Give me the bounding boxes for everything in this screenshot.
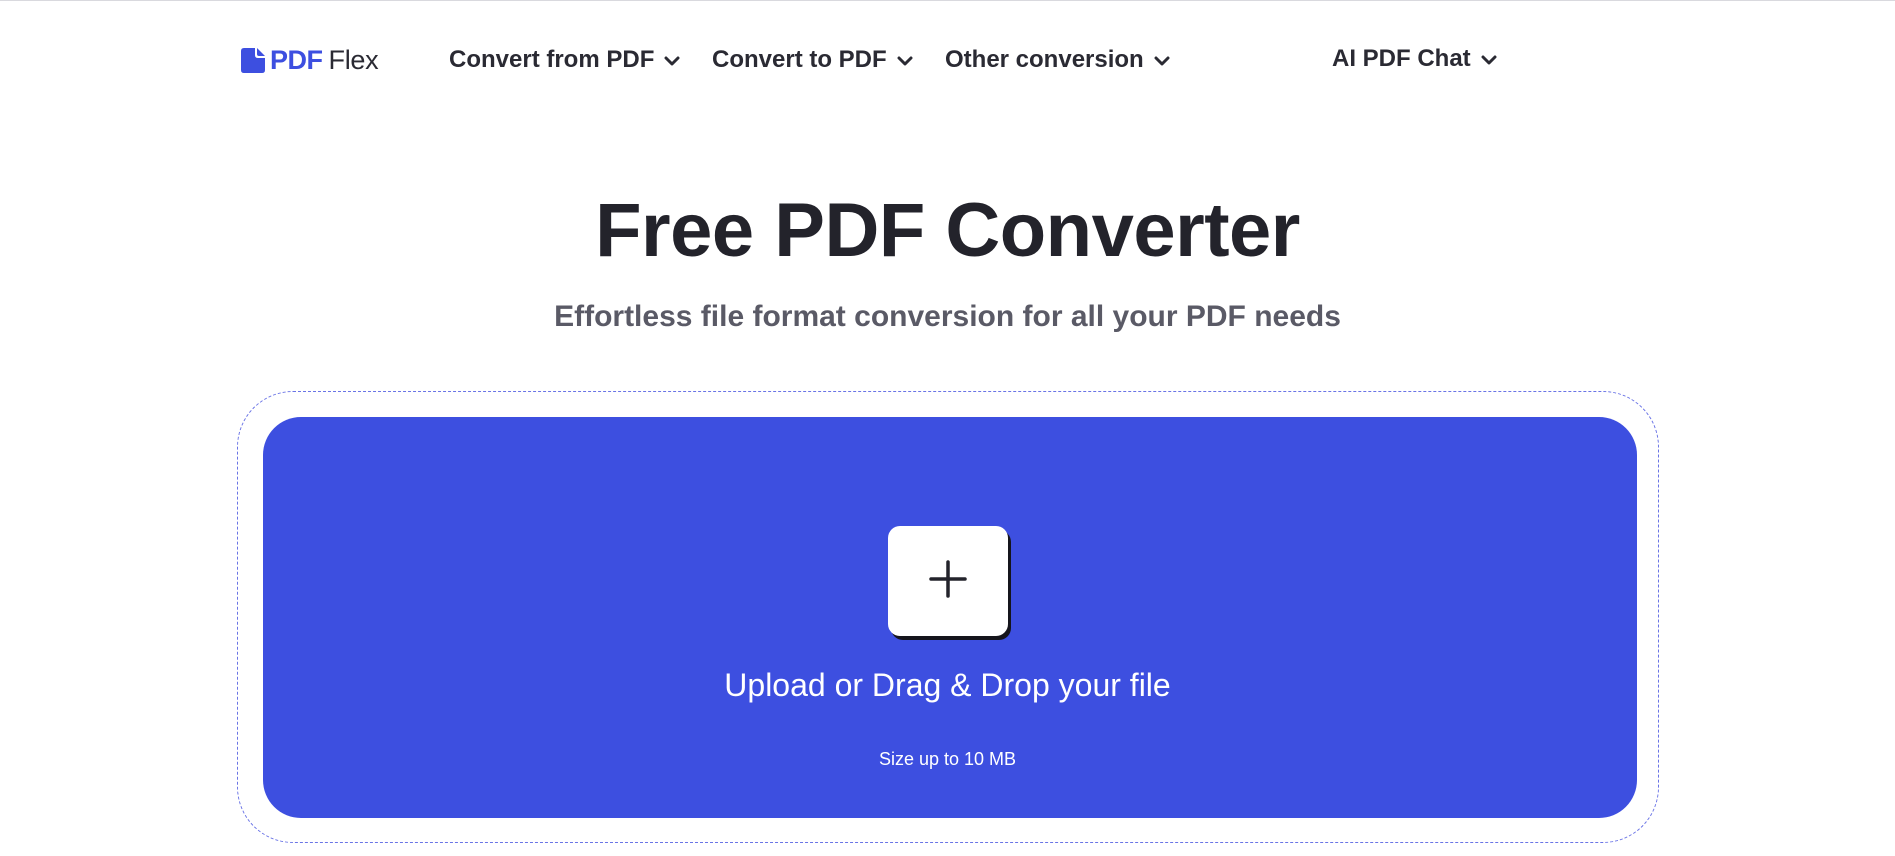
page-subtitle: Effortless file format conversion for al… xyxy=(554,300,1341,333)
logo[interactable]: PDF Flex xyxy=(240,44,379,75)
upload-button[interactable] xyxy=(888,526,1008,636)
chevron-down-icon xyxy=(897,46,913,74)
upload-label: Upload or Drag & Drop your file xyxy=(724,667,1171,703)
plus-icon xyxy=(928,559,968,604)
nav-label: AI PDF Chat xyxy=(1332,45,1471,72)
nav-convert-from-pdf[interactable]: Convert from PDF xyxy=(449,44,680,76)
logo-brand: PDF xyxy=(270,44,323,75)
logo-suffix: Flex xyxy=(328,44,379,75)
chevron-down-icon xyxy=(1154,46,1170,74)
chevron-down-icon xyxy=(664,46,680,74)
nav-label: Convert to PDF xyxy=(712,46,887,73)
page-title: Free PDF Converter xyxy=(595,188,1300,273)
top-border xyxy=(0,0,1895,1)
nav-label: Other conversion xyxy=(945,46,1144,73)
nav-convert-to-pdf[interactable]: Convert to PDF xyxy=(712,44,913,76)
nav-other-conversion[interactable]: Other conversion xyxy=(945,44,1170,76)
document-icon xyxy=(240,47,270,74)
nav-ai-pdf-chat[interactable]: AI PDF Chat xyxy=(1332,43,1497,75)
chevron-down-icon xyxy=(1481,45,1497,73)
size-limit-note: Size up to 10 MB xyxy=(878,749,1017,769)
nav-label: Convert from PDF xyxy=(449,46,655,73)
